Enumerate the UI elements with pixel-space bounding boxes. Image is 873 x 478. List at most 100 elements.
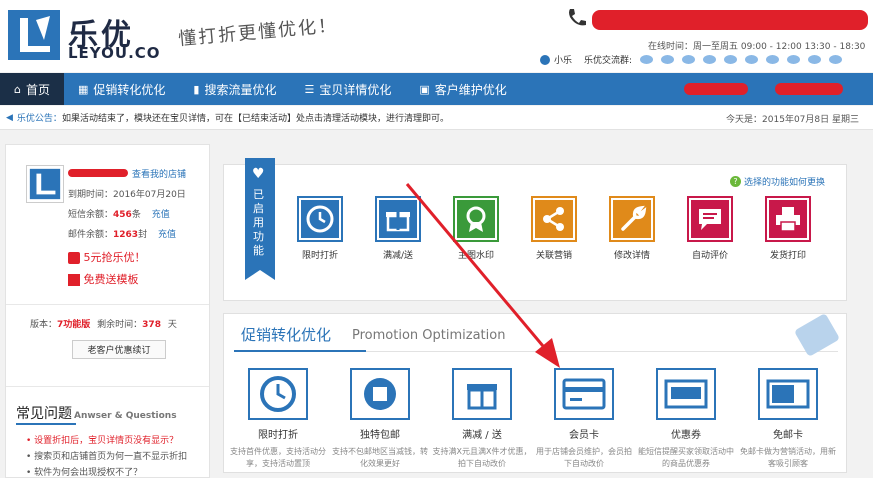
promo-member-card[interactable]: 会员卡 用于店铺会员维护，会员拍下自动改价 xyxy=(534,368,634,470)
qq-icon[interactable] xyxy=(540,54,550,65)
redacted-shop-name xyxy=(68,169,128,177)
nav-item-home[interactable]: ⌂ 首页 xyxy=(0,73,64,105)
feature-limited-discount[interactable]: 限时打折 xyxy=(285,196,355,261)
today-date: 今天是：2015年07月8日 星期三 xyxy=(726,115,859,125)
promo-name: 满减 / 送 xyxy=(462,430,502,441)
nav-item-label: 宝贝详情优化 xyxy=(319,82,392,97)
howto-label: 选择的功能如何更换 xyxy=(744,178,826,188)
feature-edit-detail[interactable]: 修改详情 xyxy=(597,196,667,261)
faq-title-en: Anwser & Questions xyxy=(74,411,177,421)
promo-desc: 免邮卡做为营销活动，用新客吸引顾客 xyxy=(740,447,836,468)
gift-icon xyxy=(68,274,80,286)
promo-limited-discount[interactable]: 限时打折 支持首件优惠，支持活动分享，支持活动置顶 xyxy=(228,368,328,470)
version-line: 版本：7功能版 剩余时间：378 天 xyxy=(30,317,177,330)
qq-group-icon[interactable] xyxy=(640,55,654,64)
free-shipping-card-icon xyxy=(758,368,818,420)
qq-group-label: 乐优交流群: xyxy=(584,56,633,66)
mail-label: 邮件余额： xyxy=(68,230,114,240)
feature-label: 关联营销 xyxy=(535,251,572,261)
howto-link[interactable]: ? 选择的功能如何更换 xyxy=(730,175,825,188)
nav-item-detail[interactable]: ☰ 宝贝详情优化 xyxy=(291,73,406,105)
promo-desc: 支持不包邮地区当减钱，转化效果更好 xyxy=(332,447,428,468)
sms-value: 456 xyxy=(113,210,132,220)
feature-shipping-print[interactable]: 发货打印 xyxy=(753,196,823,261)
promo-desc: 支持满X元且满X件才优惠，拍下自动改价 xyxy=(432,447,532,468)
faq-item-text: 软件为何会出现授权不了？ xyxy=(34,468,143,478)
ribbon-badge-icon xyxy=(457,200,495,238)
nav-item-search[interactable]: ▮ 搜索流量优化 xyxy=(179,73,290,105)
header: 乐优 LEYOU.CO 懂打折更懂优化！ 在线时间：周一至周五 09:00 - … xyxy=(0,0,873,72)
qq-group-icon[interactable] xyxy=(703,55,717,64)
section-title-en: Promotion Optimization xyxy=(352,328,506,343)
feature-icon-frame xyxy=(765,196,811,242)
feature-watermark[interactable]: 主图水印 xyxy=(441,196,511,261)
promo-name: 独特包邮 xyxy=(360,430,400,441)
nav-item-label: 首页 xyxy=(25,82,50,97)
promo-full-reduction[interactable]: 满减 / 送 支持满X元且满X件才优惠，拍下自动改价 xyxy=(432,368,532,470)
nav-item-promotion[interactable]: ▦ 促销转化优化 xyxy=(64,73,179,105)
promo-free-shipping[interactable]: 独特包邮 支持不包邮地区当减钱，转化效果更好 xyxy=(330,368,430,470)
faq-title-cn: 常见问题 xyxy=(16,406,72,422)
redacted-phone xyxy=(592,10,868,30)
promo-name: 优惠券 xyxy=(671,430,701,441)
promo-desc: 能短信提醒买家领取活动中的商品优惠券 xyxy=(638,447,734,468)
feature-label: 满减/送 xyxy=(382,251,414,261)
qq-group-icon[interactable] xyxy=(724,55,738,64)
logo-icon[interactable] xyxy=(8,10,60,60)
promo-desc: 用于店铺会员维护，会员拍下自动改价 xyxy=(536,447,632,468)
wrench-icon xyxy=(613,200,651,238)
gift-icon xyxy=(379,200,417,238)
promo-name: 限时打折 xyxy=(258,430,298,441)
qq-group-icon[interactable] xyxy=(661,55,675,64)
feature-icon-frame xyxy=(375,196,421,242)
credit-card-icon xyxy=(554,368,614,420)
qq-group-icon[interactable] xyxy=(745,55,759,64)
feature-full-reduction[interactable]: 满减/送 xyxy=(363,196,433,261)
renew-button[interactable]: 老客户优惠续订 xyxy=(72,340,166,359)
promo-link-1[interactable]: 5元抢乐优！ xyxy=(68,249,146,265)
sms-recharge-link[interactable]: 充值 xyxy=(152,210,170,220)
section-title: 促销转化优化 xyxy=(241,326,332,344)
faq-item[interactable]: • 搜索页和店铺首页为何一直不显示折扣 xyxy=(26,449,187,462)
service-hours: 在线时间：周一至周五 09:00 - 12:00 13:30 - 18:30 xyxy=(648,42,866,52)
feature-icon-frame xyxy=(687,196,733,242)
promo-free-shipping-card[interactable]: 免邮卡 免邮卡做为营销活动，用新客吸引顾客 xyxy=(738,368,838,470)
qq-group-icon[interactable] xyxy=(808,55,822,64)
ribbon-tip xyxy=(245,270,275,280)
feature-label: 自动评价 xyxy=(691,251,728,261)
promo-coupon[interactable]: 优惠券 能短信提醒买家领取活动中的商品优惠券 xyxy=(636,368,736,470)
promo-desc: 支持首件优惠，支持活动分享，支持活动置顶 xyxy=(230,447,326,468)
share-icon xyxy=(535,200,573,238)
nav-item-customer[interactable]: ▣ 客户维护优化 xyxy=(405,73,520,105)
home-icon: ⌂ xyxy=(14,82,21,96)
notice-bar: ◀ 乐优公告： 如果活动结束了，模块还在宝贝详情，可在【已结束活动】处点击清理活… xyxy=(0,106,873,130)
qq-group-icon[interactable] xyxy=(682,55,696,64)
promo-link-2-label: 免费送模板 xyxy=(83,273,139,286)
mail-unit: 封 xyxy=(138,230,148,240)
promo-link-2[interactable]: 免费送模板 xyxy=(68,271,139,287)
printer-icon xyxy=(769,200,807,238)
days-value: 378 xyxy=(142,320,161,330)
qq-group-icon[interactable] xyxy=(829,55,843,64)
faq-item[interactable]: • 设置折扣后，宝贝详情页没有显示？ xyxy=(26,433,178,446)
gift-icon xyxy=(452,368,512,420)
nav-item-label: 搜索流量优化 xyxy=(204,82,277,97)
feature-auto-review[interactable]: 自动评价 xyxy=(675,196,745,261)
faq-underline xyxy=(16,423,76,425)
redacted-user[interactable] xyxy=(684,83,748,95)
calendar-icon: ▦ xyxy=(78,82,89,96)
view-shop-link[interactable]: 查看我的店铺 xyxy=(132,167,186,180)
bar-chart-icon: ▮ xyxy=(193,82,200,96)
qq-group-icon[interactable] xyxy=(766,55,780,64)
redacted-logout[interactable] xyxy=(775,83,843,95)
title-underline xyxy=(234,350,366,352)
mail-recharge-link[interactable]: 充值 xyxy=(158,230,176,240)
qq-contacts: 小乐 乐优交流群: xyxy=(540,53,843,66)
feature-icon-frame xyxy=(531,196,577,242)
heart-icon: ♥ xyxy=(252,166,265,182)
qq-group-icon[interactable] xyxy=(787,55,801,64)
qq-name[interactable]: 小乐 xyxy=(554,53,572,66)
feature-related-marketing[interactable]: 关联营销 xyxy=(519,196,589,261)
feature-icon-frame xyxy=(453,196,499,242)
days-label: 剩余时间： xyxy=(97,320,143,330)
